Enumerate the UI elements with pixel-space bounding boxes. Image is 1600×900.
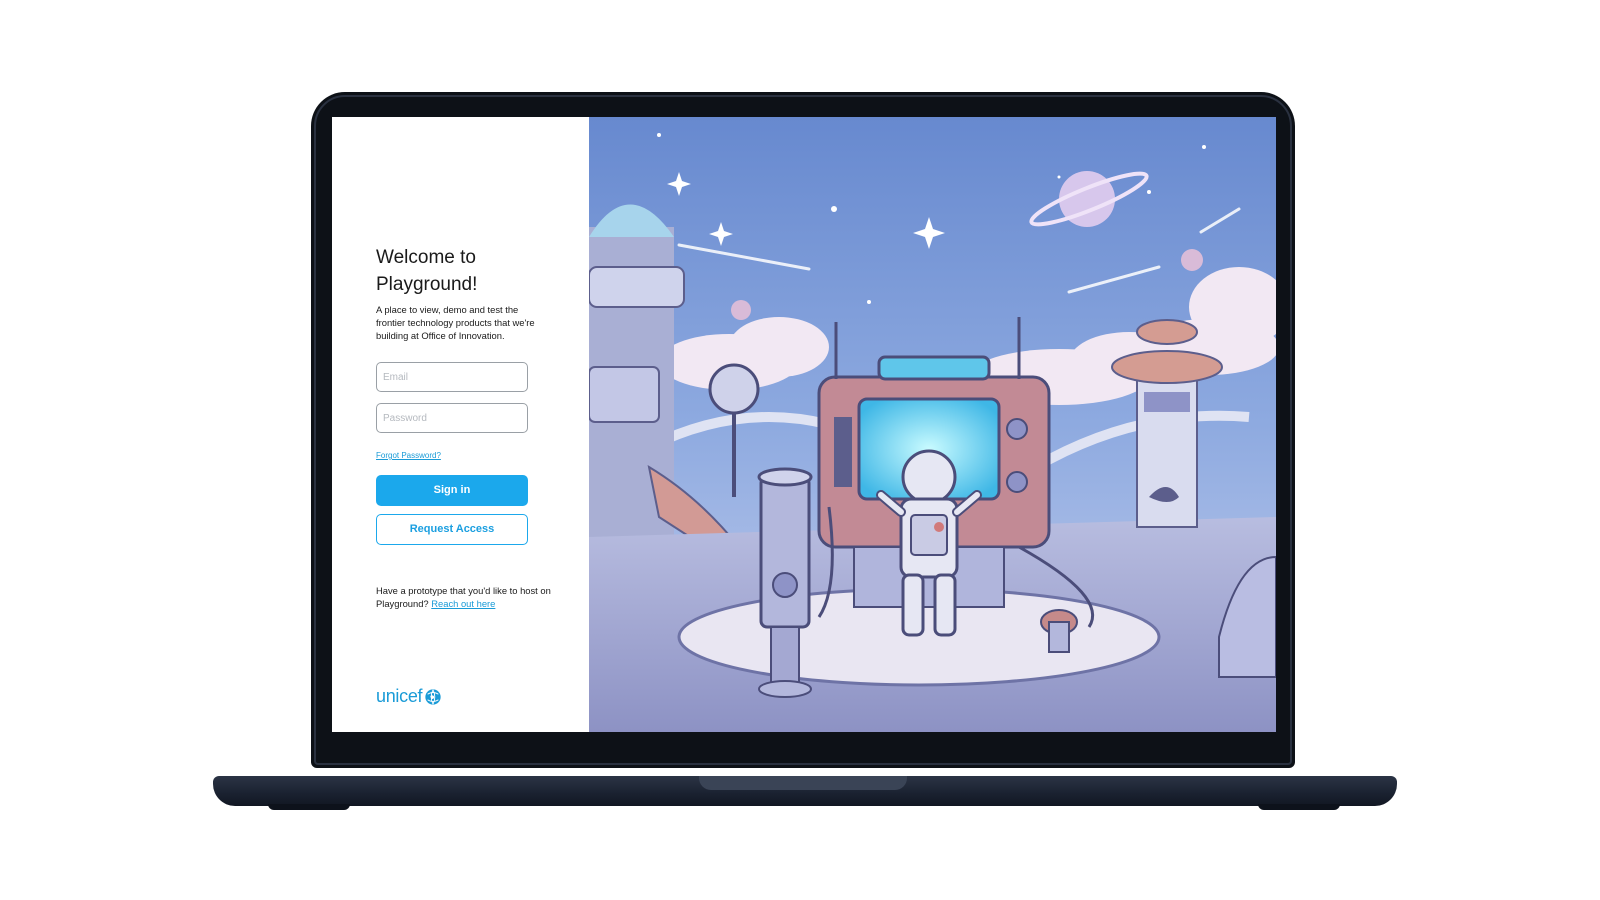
laptop-screen: Welcome to Playground! A place to view, …	[332, 117, 1276, 732]
laptop-foot-left	[268, 804, 350, 810]
sign-in-button[interactable]: Sign in	[376, 475, 528, 506]
astronaut-space-station-illustration	[589, 117, 1276, 732]
unicef-logo-text: unicef	[376, 686, 423, 706]
globe-icon	[425, 688, 441, 705]
prototype-note: Have a prototype that you'd like to host…	[376, 584, 556, 610]
email-field[interactable]	[376, 362, 528, 392]
page-title: Welcome to Playground!	[376, 247, 478, 295]
laptop-foot-right	[1258, 804, 1340, 810]
reach-out-link[interactable]: Reach out here	[431, 598, 495, 609]
login-panel: Welcome to Playground! A place to view, …	[332, 117, 589, 732]
page-subtitle: A place to view, demo and test the front…	[376, 304, 535, 341]
password-field[interactable]	[376, 403, 528, 433]
forgot-password-link[interactable]: Forgot Password?	[376, 451, 441, 460]
request-access-button[interactable]: Request Access	[376, 514, 528, 545]
unicef-logo: unicef	[376, 686, 442, 707]
laptop-notch	[699, 776, 907, 790]
